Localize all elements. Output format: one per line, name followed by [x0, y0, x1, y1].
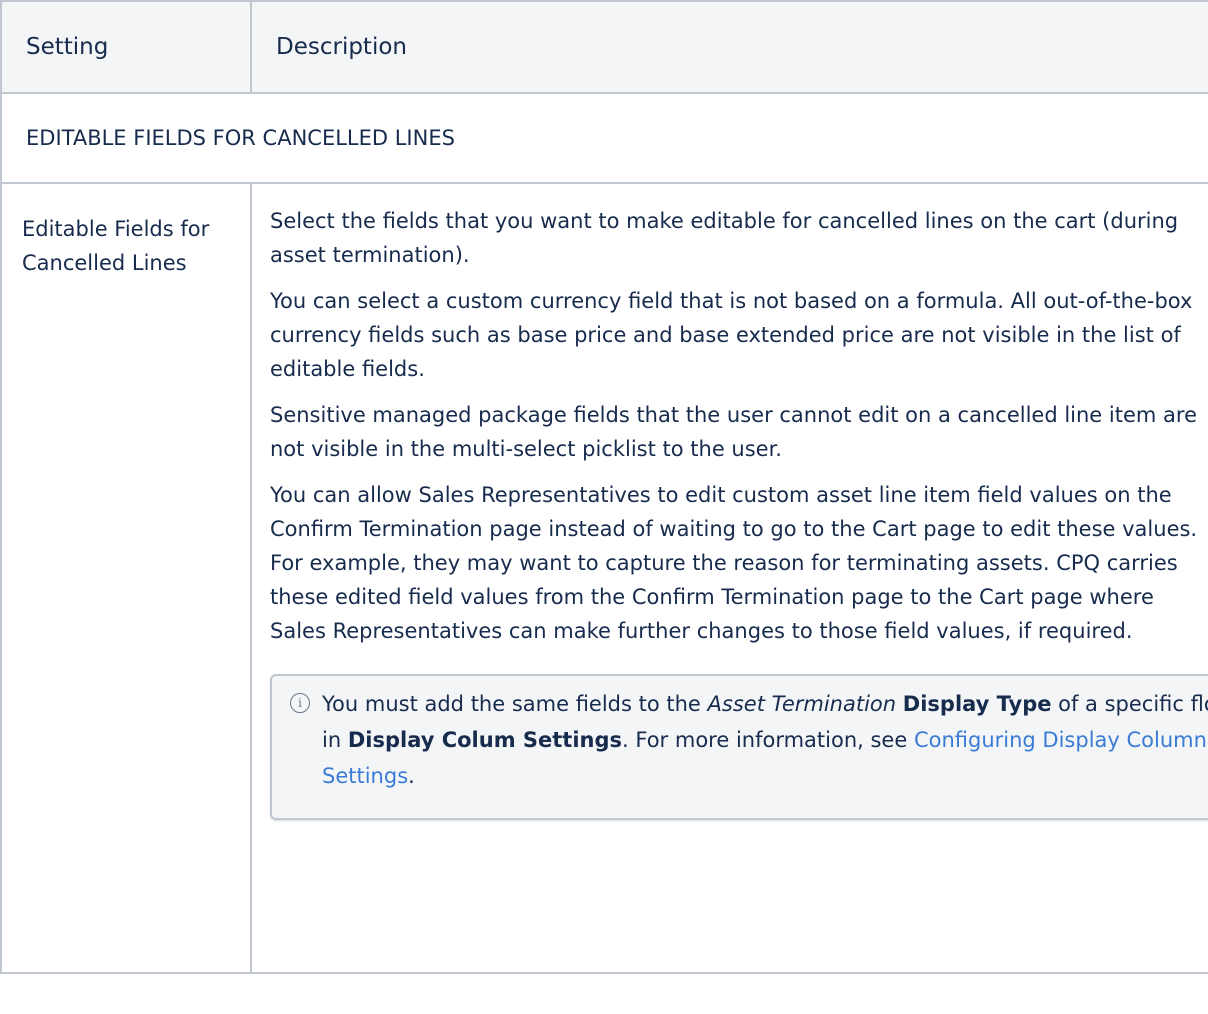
- info-panel-text: You must add the same fields to the Asse…: [322, 686, 1208, 794]
- section-row: EDITABLE FIELDS FOR CANCELLED LINES: [0, 92, 1208, 184]
- description-paragraph: You can allow Sales Representatives to e…: [270, 483, 1198, 643]
- info-text-part: .: [408, 764, 415, 788]
- info-text-bold: Display Type: [902, 692, 1052, 716]
- setting-name: Editable Fields for Cancelled Lines: [0, 182, 252, 974]
- header-setting: Setting: [0, 0, 252, 94]
- table-header-row: Setting Description: [0, 0, 1208, 94]
- description-paragraph: You can select a custom currency field t…: [270, 289, 1193, 381]
- table-row: Editable Fields for Cancelled Lines Sele…: [0, 182, 1208, 974]
- info-text-part: [896, 692, 903, 716]
- description-paragraph: Select the fields that you want to make …: [270, 209, 1179, 267]
- info-text-part: You must add the same fields to the: [322, 692, 708, 716]
- description-cell: Select the fields that you want to make …: [250, 182, 1208, 974]
- info-panel: i You must add the same fields to the As…: [270, 674, 1208, 820]
- info-text-italic: Asset Termination: [707, 692, 897, 716]
- settings-table: Setting Description EDITABLE FIELDS FOR …: [0, 0, 1208, 974]
- section-title: EDITABLE FIELDS FOR CANCELLED LINES: [0, 92, 1208, 184]
- info-icon: i: [290, 693, 310, 713]
- description-paragraph: Sensitive managed package fields that th…: [270, 403, 1197, 461]
- info-text-part: . For more information, see: [622, 728, 914, 752]
- info-text-bold: Display Colum Settings: [347, 728, 623, 752]
- header-description: Description: [250, 0, 1208, 94]
